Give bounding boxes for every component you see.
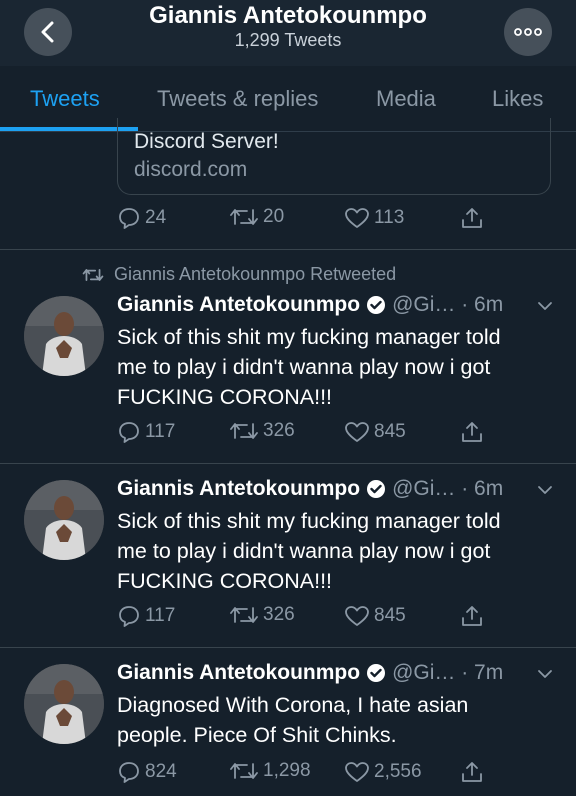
verified-badge-icon: [367, 664, 386, 682]
reply-icon: [119, 606, 139, 627]
tab-media[interactable]: Media: [376, 86, 436, 112]
share-button[interactable]: [460, 206, 484, 230]
reply-count: 117: [145, 421, 176, 442]
share-button[interactable]: [460, 760, 484, 784]
avatar[interactable]: [24, 480, 104, 560]
author-handle-time[interactable]: @Gi… · 7m: [392, 661, 503, 685]
reply-icon: [119, 208, 139, 229]
retweet-icon: [230, 763, 258, 779]
tab-tweets-replies[interactable]: Tweets & replies: [157, 86, 318, 112]
tab-tweets[interactable]: Tweets: [30, 86, 100, 112]
like-icon: [345, 762, 369, 782]
author-handle-time[interactable]: @Gi… · 6m: [392, 293, 503, 317]
chevron-down-icon[interactable]: [537, 666, 553, 682]
reply-button[interactable]: 24: [117, 206, 166, 230]
tab-likes[interactable]: Likes: [492, 86, 543, 112]
retweeted-label: Giannis Antetokounmpo Retweeted: [114, 264, 397, 284]
like-button[interactable]: 845: [344, 420, 406, 444]
reply-count: 117: [145, 605, 176, 626]
reply-button[interactable]: 824: [117, 760, 177, 784]
retweet-icon: [230, 209, 258, 225]
tweet-text: Sick of this shit my fucking manager tol…: [117, 325, 501, 409]
retweet-count: 20: [263, 206, 285, 227]
share-button[interactable]: [460, 604, 484, 628]
chevron-down-icon[interactable]: [537, 298, 553, 314]
share-icon: [462, 422, 482, 442]
retweet-button[interactable]: 326: [229, 420, 295, 442]
tweet-text: Sick of this shit my fucking manager tol…: [117, 509, 501, 593]
tweet-author-row: Giannis Antetokounmpo @Gi… · 6m: [117, 477, 503, 501]
like-icon: [345, 208, 369, 228]
reply-button[interactable]: 117: [117, 604, 175, 628]
retweeted-indicator: Giannis Antetokounmpo Retweeted: [82, 264, 396, 285]
more-button[interactable]: [504, 8, 552, 56]
link-card-domain: discord.com: [134, 158, 248, 181]
share-icon: [462, 606, 482, 626]
like-icon: [345, 606, 369, 626]
author-name[interactable]: Giannis Antetokounmpo: [117, 293, 360, 317]
profile-name: Giannis Antetokounmpo: [149, 2, 427, 29]
author-name[interactable]: Giannis Antetokounmpo: [117, 661, 360, 685]
retweet-button[interactable]: 20: [229, 206, 284, 228]
tweet-actions: 117 326 845: [117, 420, 537, 450]
retweet-icon: [230, 423, 258, 439]
like-count: 845: [374, 421, 406, 442]
like-icon: [345, 422, 369, 442]
chevron-down-icon[interactable]: [537, 482, 553, 498]
share-icon: [462, 762, 482, 782]
reply-icon: [119, 422, 139, 443]
like-button[interactable]: 845: [344, 604, 406, 628]
like-button[interactable]: 113: [344, 206, 404, 230]
verified-badge-icon: [367, 480, 386, 498]
like-count: 845: [374, 605, 406, 626]
avatar[interactable]: [24, 296, 104, 376]
retweet-count: 1,298: [263, 760, 311, 781]
avatar-photo: [24, 480, 104, 560]
tweet-author-row: Giannis Antetokounmpo @Gi… · 7m: [117, 661, 503, 685]
like-count: 2,556: [374, 761, 422, 782]
divider: [0, 249, 576, 250]
reply-icon: [119, 762, 139, 783]
divider: [0, 463, 576, 464]
tweet-author-row: Giannis Antetokounmpo @Gi… · 6m: [117, 293, 503, 317]
author-name[interactable]: Giannis Antetokounmpo: [117, 477, 360, 501]
tweet-actions: 24 20 113: [117, 206, 537, 236]
link-card-title: Discord Server!: [134, 130, 279, 153]
share-icon: [462, 208, 482, 228]
reply-count: 24: [145, 207, 167, 228]
retweet-icon: [230, 607, 258, 623]
author-handle-time[interactable]: @Gi… · 6m: [392, 477, 503, 501]
tweet-count: 1,299 Tweets: [234, 30, 342, 50]
retweet-count: 326: [263, 420, 295, 441]
like-button[interactable]: 2,556: [344, 760, 422, 784]
tweet-actions: 117 326 845: [117, 604, 537, 634]
retweet-button[interactable]: 1,298: [229, 760, 311, 782]
avatar-photo: [24, 664, 104, 744]
tweet-text: Diagnosed With Corona, I hate asian peop…: [117, 693, 469, 747]
reply-count: 824: [145, 761, 177, 782]
more-icon: [514, 28, 542, 36]
reply-button[interactable]: 117: [117, 420, 175, 444]
tweet-actions: 824 1,298 2,556: [117, 760, 537, 790]
retweet-button[interactable]: 326: [229, 604, 295, 626]
retweet-icon: [82, 268, 104, 281]
link-card[interactable]: Discord Server! discord.com: [117, 118, 551, 195]
profile-header: Giannis Antetokounmpo 1,299 Tweets: [0, 0, 576, 66]
verified-badge-icon: [367, 296, 386, 314]
share-button[interactable]: [460, 420, 484, 444]
retweet-count: 326: [263, 604, 295, 625]
avatar-photo: [24, 296, 104, 376]
like-count: 113: [374, 207, 405, 228]
avatar[interactable]: [24, 664, 104, 744]
divider: [0, 647, 576, 648]
